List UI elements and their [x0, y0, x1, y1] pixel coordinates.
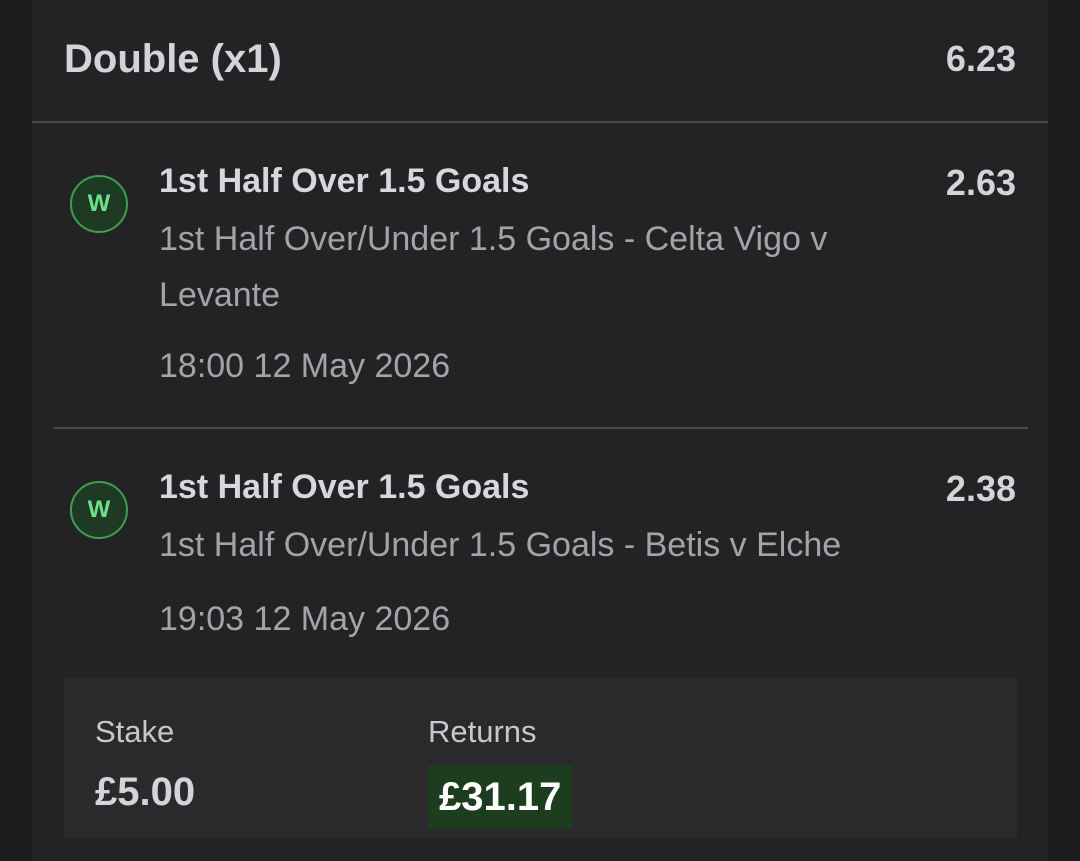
returns-label: Returns [428, 714, 537, 749]
bet-header: Double (x1) 6.23 [64, 34, 1016, 84]
bet-type-title: Double (x1) [64, 36, 282, 81]
bet-leg: W 1st Half Over 1.5 Goals 2.63 1st Half … [70, 150, 1016, 390]
leg-datetime: 18:00 12 May 2026 [159, 347, 451, 385]
win-status-icon: W [70, 481, 128, 539]
header-divider [32, 121, 1048, 123]
stake-value: £5.00 [95, 770, 196, 814]
leg-odds: 2.63 [945, 162, 1016, 203]
leg-odds: 2.38 [945, 468, 1016, 509]
bet-leg: W 1st Half Over 1.5 Goals 2.38 1st Half … [70, 457, 1016, 647]
leg-market: 1st Half Over/Under 1.5 Goals - Betis v … [159, 526, 842, 564]
leg-market: 1st Half Over/Under 1.5 Goals - Celta Vi… [159, 220, 828, 314]
leg-divider [53, 427, 1028, 429]
stake-returns-panel: Stake £5.00 Returns £31.17 [64, 678, 1017, 838]
leg-datetime: 19:03 12 May 2026 [159, 600, 451, 638]
win-status-icon: W [70, 175, 128, 233]
returns-value: £31.17 [428, 765, 573, 829]
leg-selection: 1st Half Over 1.5 Goals [159, 468, 530, 506]
stake-label: Stake [95, 714, 175, 749]
bet-slip-screen: Double (x1) 6.23 W 1st Half Over 1.5 Goa… [0, 0, 1080, 861]
leg-selection: 1st Half Over 1.5 Goals [159, 162, 530, 200]
total-odds: 6.23 [945, 38, 1016, 79]
